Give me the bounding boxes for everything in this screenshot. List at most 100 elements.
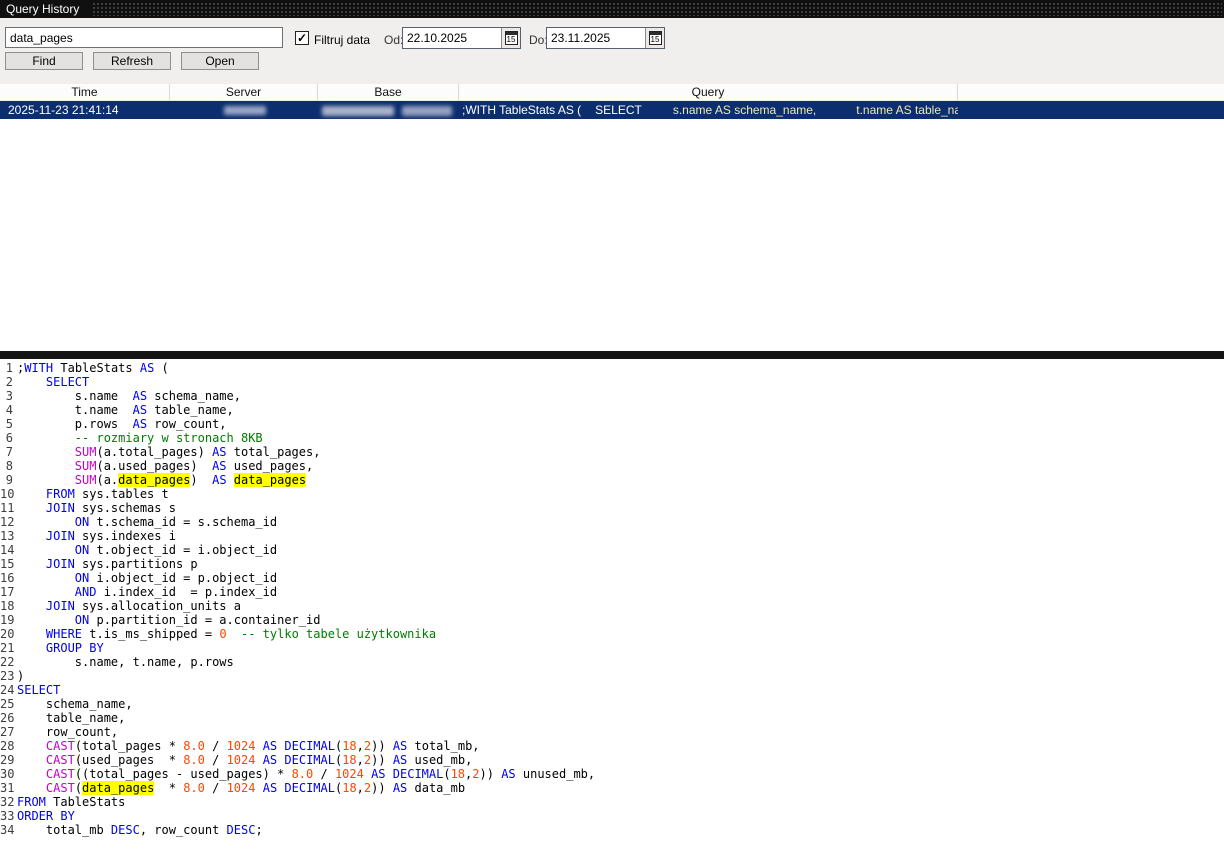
editor-line: 4 t.name AS table_name, — [0, 403, 1224, 417]
checkmark-icon: ✓ — [296, 31, 308, 45]
line-number: 33 — [0, 809, 15, 823]
line-number: 17 — [0, 585, 15, 599]
editor-code: 1 ;WITH TableStats AS (2 SELECT 3 s.name A… — [0, 361, 1224, 837]
from-calendar-button[interactable]: 15 — [501, 28, 520, 48]
line-number: 20 — [0, 627, 15, 641]
editor-line: 29 CAST(used_pages * 8.0 / 1024 AS DECIM… — [0, 753, 473, 767]
line-number: 26 — [0, 711, 15, 725]
filter-date-checkbox[interactable]: ✓ — [295, 31, 309, 45]
editor-line: 11 JOIN sys.schemas s — [0, 501, 176, 515]
line-number: 19 — [0, 613, 15, 627]
from-label: Od: — [384, 33, 404, 47]
editor-line: 26 table_name, — [0, 711, 126, 725]
row-filler-cell — [958, 101, 1224, 119]
line-number: 5 — [5, 417, 13, 431]
editor-line: 31 CAST(data_pages * 8.0 / 1024 AS DECIM… — [0, 781, 466, 795]
editor-line: 2 SELECT — [0, 375, 1224, 389]
sql-editor[interactable]: 1 ;WITH TableStats AS (2 SELECT 3 s.name A… — [0, 359, 1224, 862]
column-header-query[interactable]: Query — [459, 84, 958, 100]
search-input[interactable] — [5, 27, 283, 48]
editor-line: 12 ON t.schema_id = s.schema_id — [0, 515, 278, 529]
to-date-input[interactable] — [547, 28, 645, 48]
line-number: 6 — [5, 431, 13, 445]
editor-line: 6 -- rozmiary w stronach 8KB — [0, 431, 1224, 445]
from-date-editor: 15 — [402, 27, 521, 49]
editor-line: 33 ORDER BY — [0, 809, 75, 823]
editor-line: 15 JOIN sys.partitions p — [0, 557, 198, 571]
open-button[interactable]: Open — [181, 52, 259, 70]
line-number: 32 — [0, 795, 15, 809]
line-number: 2 — [5, 375, 13, 389]
line-number: 12 — [0, 515, 15, 529]
line-number: 14 — [0, 543, 15, 557]
query-preview-segment: s.name AS schema_name, — [672, 103, 817, 117]
line-number: 11 — [0, 501, 15, 515]
line-number: 8 — [5, 459, 13, 473]
line-number: 9 — [5, 473, 13, 487]
to-label: Do: — [529, 33, 548, 47]
redacted-database-name — [402, 105, 452, 116]
query-preview-segment: SELECT — [595, 103, 642, 117]
titlebar: Query History — [0, 0, 1224, 18]
editor-line: 7 SUM(a.total_pages) AS total_pages, — [0, 445, 1224, 459]
column-header-base[interactable]: Base — [318, 84, 459, 100]
editor-line: 34 total_mb DESC, row_count DESC; — [0, 823, 263, 837]
line-number: 24 — [0, 683, 15, 697]
to-calendar-button[interactable]: 15 — [645, 28, 664, 48]
to-date-editor: 15 — [546, 27, 665, 49]
line-number: 34 — [0, 823, 15, 837]
editor-line: 9 SUM(a.data_pages) AS data_pages — [0, 473, 1224, 487]
row-base-cell — [318, 101, 459, 119]
filter-date-label: Filtruj data — [314, 33, 371, 47]
editor-line: 19 ON p.partition_id = a.container_id — [0, 613, 321, 627]
column-header-filler — [958, 84, 1224, 100]
editor-line: 28 CAST(total_pages * 8.0 / 1024 AS DECI… — [0, 739, 480, 753]
splitter-bar[interactable] — [0, 351, 1224, 359]
line-number: 7 — [5, 445, 13, 459]
line-number: 23 — [0, 669, 15, 683]
history-grid: Time Server Base Query 2025-11-23 21:41:… — [0, 84, 1224, 351]
window-title: Query History — [6, 2, 86, 16]
editor-line: 22 s.name, t.name, p.rows — [0, 655, 234, 669]
editor-line: 8 SUM(a.used_pages) AS used_pages, — [0, 459, 1224, 473]
line-number: 28 — [0, 739, 15, 753]
row-query-cell: ;WITH TableStats AS (SELECT s.name AS sch… — [459, 101, 958, 119]
line-number: 1 — [5, 361, 13, 375]
editor-line: 27 row_count, — [0, 725, 119, 739]
line-number: 4 — [5, 403, 13, 417]
grid-header: Time Server Base Query — [0, 84, 1224, 101]
line-number: 15 — [0, 557, 15, 571]
line-number: 13 — [0, 529, 15, 543]
editor-line: 21 GROUP BY — [0, 641, 104, 655]
redacted-server-name — [224, 106, 266, 116]
redacted-database-name — [322, 105, 394, 116]
refresh-button[interactable]: Refresh — [93, 52, 171, 70]
history-row-selected[interactable]: 2025-11-23 21:41:14 ;WITH TableStats AS … — [0, 101, 1224, 119]
editor-line: 24 SELECT — [0, 683, 61, 697]
find-button[interactable]: Find — [5, 52, 83, 70]
line-number: 22 — [0, 655, 15, 669]
line-number: 29 — [0, 753, 15, 767]
column-header-time[interactable]: Time — [0, 84, 170, 100]
editor-line: 16 ON i.object_id = p.object_id — [0, 571, 278, 585]
column-header-server[interactable]: Server — [170, 84, 318, 100]
editor-line: 10 FROM sys.tables t — [0, 487, 169, 501]
line-number: 31 — [0, 781, 15, 795]
calendar-icon-day: 15 — [506, 35, 516, 44]
editor-line: 23) — [0, 669, 25, 683]
editor-line: 1 ;WITH TableStats AS ( — [0, 361, 1224, 375]
from-date-input[interactable] — [403, 28, 501, 48]
editor-line: 18 JOIN sys.allocation_units a — [0, 599, 241, 613]
calendar-icon-day: 15 — [650, 35, 660, 44]
query-preview-segment: t.name AS table_name — [856, 103, 958, 117]
editor-line: 17 AND i.index_id = p.index_id — [0, 585, 278, 599]
row-time-cell: 2025-11-23 21:41:14 — [8, 103, 119, 117]
titlebar-grip-texture — [92, 2, 1222, 16]
editor-line: 5 p.rows AS row_count, — [0, 417, 1224, 431]
line-number: 27 — [0, 725, 15, 739]
calendar-icon: 15 — [504, 31, 518, 45]
editor-line: 3 s.name AS schema_name, — [0, 389, 1224, 403]
editor-line: 13 JOIN sys.indexes i — [0, 529, 176, 543]
editor-line: 30 CAST((total_pages - used_pages) * 8.0… — [0, 767, 596, 781]
line-number: 10 — [0, 487, 15, 501]
